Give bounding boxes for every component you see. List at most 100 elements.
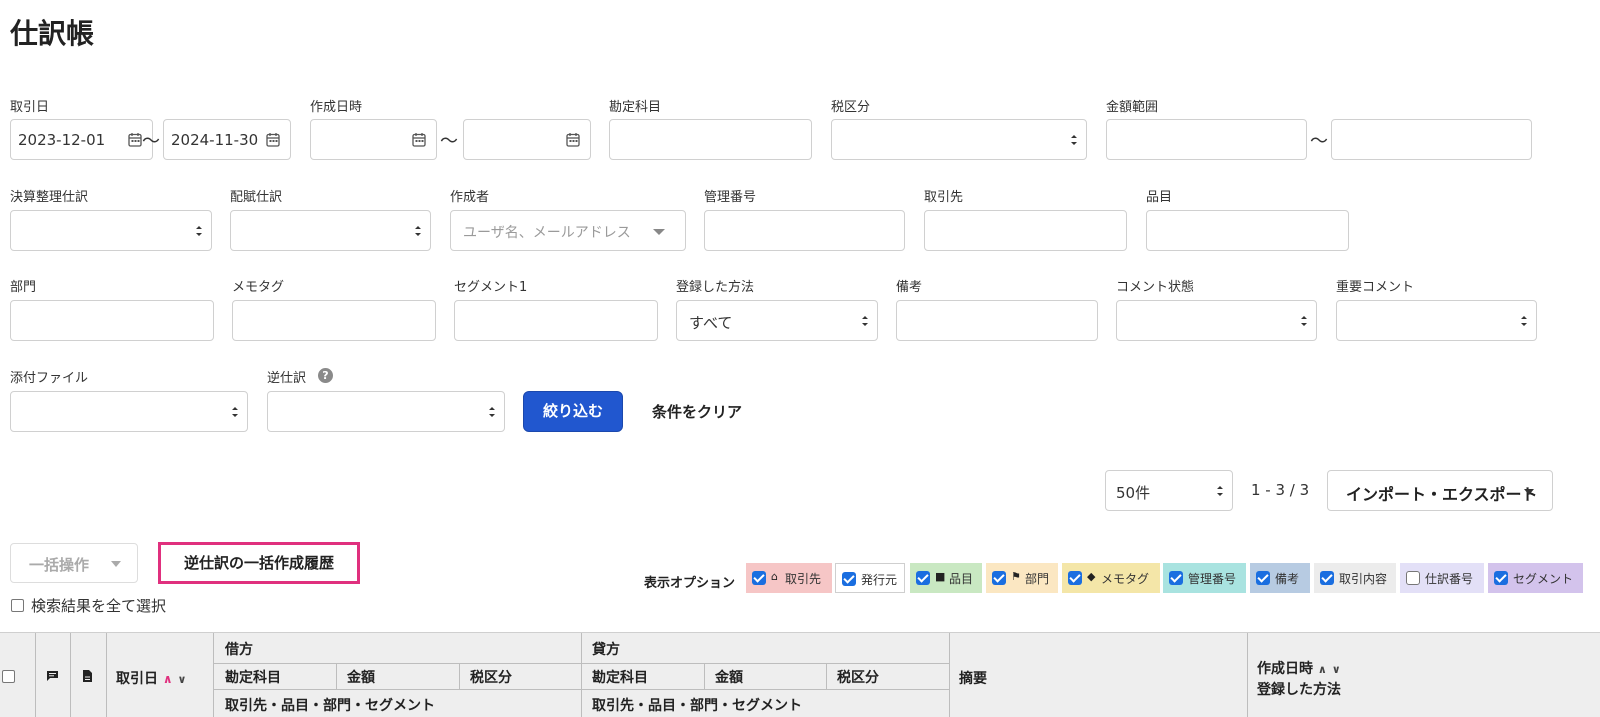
select-arrows-icon: [1521, 316, 1527, 326]
transaction-date-to-input[interactable]: 2024-11-30: [163, 119, 291, 160]
department-label: 部門: [10, 280, 37, 295]
display-option-transaction-content[interactable]: 取引内容: [1314, 563, 1396, 593]
sort-ascending-icon[interactable]: ∧: [1318, 663, 1327, 676]
display-option-label: 部門: [1025, 572, 1050, 586]
display-option-checkbox[interactable]: [842, 572, 856, 586]
transaction-date-header-label: 取引日: [116, 671, 158, 687]
display-option-management-number[interactable]: 管理番号: [1163, 563, 1246, 593]
help-icon[interactable]: ?: [318, 368, 333, 383]
display-option-label: 品目: [949, 572, 974, 586]
reverse-entry-history-button[interactable]: 逆仕訳の一括作成履歴: [158, 542, 360, 584]
display-option-journal-number[interactable]: 仕訳番号: [1400, 563, 1484, 593]
page-title: 仕訳帳: [10, 17, 95, 50]
display-option-checkbox[interactable]: [1320, 571, 1334, 585]
memo-tag-input[interactable]: [232, 300, 436, 341]
tag-icon: ◆: [1087, 570, 1096, 583]
select-arrows-icon: [1071, 135, 1077, 145]
column-divider: [826, 663, 827, 689]
file-icon: [83, 670, 92, 682]
sort-ascending-icon[interactable]: ∧: [163, 672, 173, 686]
display-option-segment[interactable]: セグメント: [1488, 563, 1583, 593]
important-comment-select[interactable]: [1336, 300, 1537, 341]
management-number-input[interactable]: [704, 210, 905, 251]
calendar-icon[interactable]: [128, 132, 142, 147]
remarks-label: 備考: [896, 280, 923, 295]
display-option-memo-tag[interactable]: ◆ メモタグ: [1062, 563, 1160, 593]
created-at-sort-header[interactable]: 作成日時 ∧ ∨: [1257, 658, 1341, 678]
per-page-value: 50件: [1116, 484, 1151, 502]
display-option-checkbox[interactable]: [992, 571, 1006, 585]
select-arrows-icon: [232, 407, 238, 417]
created-at-from-input[interactable]: [310, 119, 437, 160]
apply-filter-button[interactable]: 絞り込む: [523, 391, 623, 432]
display-option-label: 発行元: [861, 573, 898, 587]
column-divider: [213, 633, 214, 717]
creator-select[interactable]: ユーザ名、メールアドレス: [450, 210, 686, 251]
segment1-input[interactable]: [454, 300, 658, 341]
chevron-down-icon: [111, 561, 121, 567]
credit-account-header: 勘定科目: [592, 670, 648, 686]
clear-filter-button[interactable]: 条件をクリア: [652, 401, 742, 422]
column-divider: [1247, 633, 1248, 717]
reverse-entry-select[interactable]: [267, 391, 505, 432]
range-separator: 〜: [1310, 131, 1328, 152]
transaction-date-from-value: 2023-12-01: [18, 131, 106, 149]
remarks-input[interactable]: [896, 300, 1098, 341]
display-option-checkbox[interactable]: [1406, 571, 1420, 585]
department-input[interactable]: [10, 300, 214, 341]
select-arrows-icon: [196, 226, 202, 236]
select-arrows-icon: [862, 316, 868, 326]
segment1-label: セグメント1: [454, 280, 528, 295]
import-export-button[interactable]: インポート・エクスポート: [1327, 470, 1553, 511]
created-at-to-input[interactable]: [463, 119, 591, 160]
comment-status-select[interactable]: [1116, 300, 1317, 341]
select-all-checkbox[interactable]: [11, 599, 24, 612]
important-comment-label: 重要コメント: [1336, 280, 1415, 295]
display-option-checkbox[interactable]: [752, 571, 766, 585]
sort-descending-icon[interactable]: ∨: [1332, 663, 1341, 676]
closing-entry-label: 決算整理仕訳: [10, 190, 89, 205]
item-label: 品目: [1146, 190, 1173, 205]
display-option-checkbox[interactable]: [1169, 571, 1183, 585]
display-option-label: 仕訳番号: [1425, 572, 1474, 586]
created-at-header-label: 作成日時: [1257, 661, 1313, 677]
amount-from-input[interactable]: [1106, 119, 1307, 160]
memo-tag-label: メモタグ: [232, 280, 285, 295]
transaction-date-sort-header[interactable]: 取引日 ∧ ∨: [116, 668, 186, 688]
created-at-label: 作成日時: [310, 100, 363, 115]
transaction-date-to-value: 2024-11-30: [171, 131, 259, 149]
tax-category-select[interactable]: [831, 119, 1087, 160]
registration-method-select[interactable]: すべて: [676, 300, 878, 341]
item-input[interactable]: [1146, 210, 1349, 251]
attachment-select[interactable]: [10, 391, 248, 432]
display-option-checkbox[interactable]: [916, 571, 930, 585]
column-divider: [581, 633, 582, 717]
select-page-checkbox[interactable]: [2, 670, 15, 683]
bulk-action-button[interactable]: 一括操作: [10, 543, 138, 583]
partner-label: 取引先: [924, 190, 964, 205]
display-option-checkbox[interactable]: [1494, 571, 1508, 585]
sort-descending-icon[interactable]: ∨: [178, 673, 187, 686]
closing-entry-select[interactable]: [10, 210, 212, 251]
calendar-icon[interactable]: [266, 132, 280, 147]
display-option-remarks[interactable]: 備考: [1250, 563, 1310, 593]
calendar-icon[interactable]: [412, 132, 426, 147]
flag-icon: ⚑: [1011, 570, 1021, 583]
display-option-checkbox[interactable]: [1256, 571, 1270, 585]
partner-input[interactable]: [924, 210, 1127, 251]
display-option-item[interactable]: ■ 品目: [910, 563, 982, 593]
display-option-issuer[interactable]: 発行元: [835, 563, 905, 593]
debit-amount-header: 金額: [347, 670, 375, 686]
calendar-icon[interactable]: [566, 132, 580, 147]
transaction-date-from-input[interactable]: 2023-12-01: [10, 119, 153, 160]
display-option-label: 備考: [1275, 572, 1300, 586]
display-option-checkbox[interactable]: [1068, 571, 1082, 585]
display-option-partner[interactable]: ⌂ 取引先: [746, 563, 832, 593]
allocation-entry-select[interactable]: [230, 210, 431, 251]
select-all-results[interactable]: 検索結果を全て選択: [11, 595, 166, 616]
amount-to-input[interactable]: [1331, 119, 1532, 160]
account-input[interactable]: [609, 119, 812, 160]
per-page-select[interactable]: 50件: [1105, 470, 1233, 511]
column-divider: [459, 663, 460, 689]
display-option-department[interactable]: ⚑ 部門: [986, 563, 1058, 593]
